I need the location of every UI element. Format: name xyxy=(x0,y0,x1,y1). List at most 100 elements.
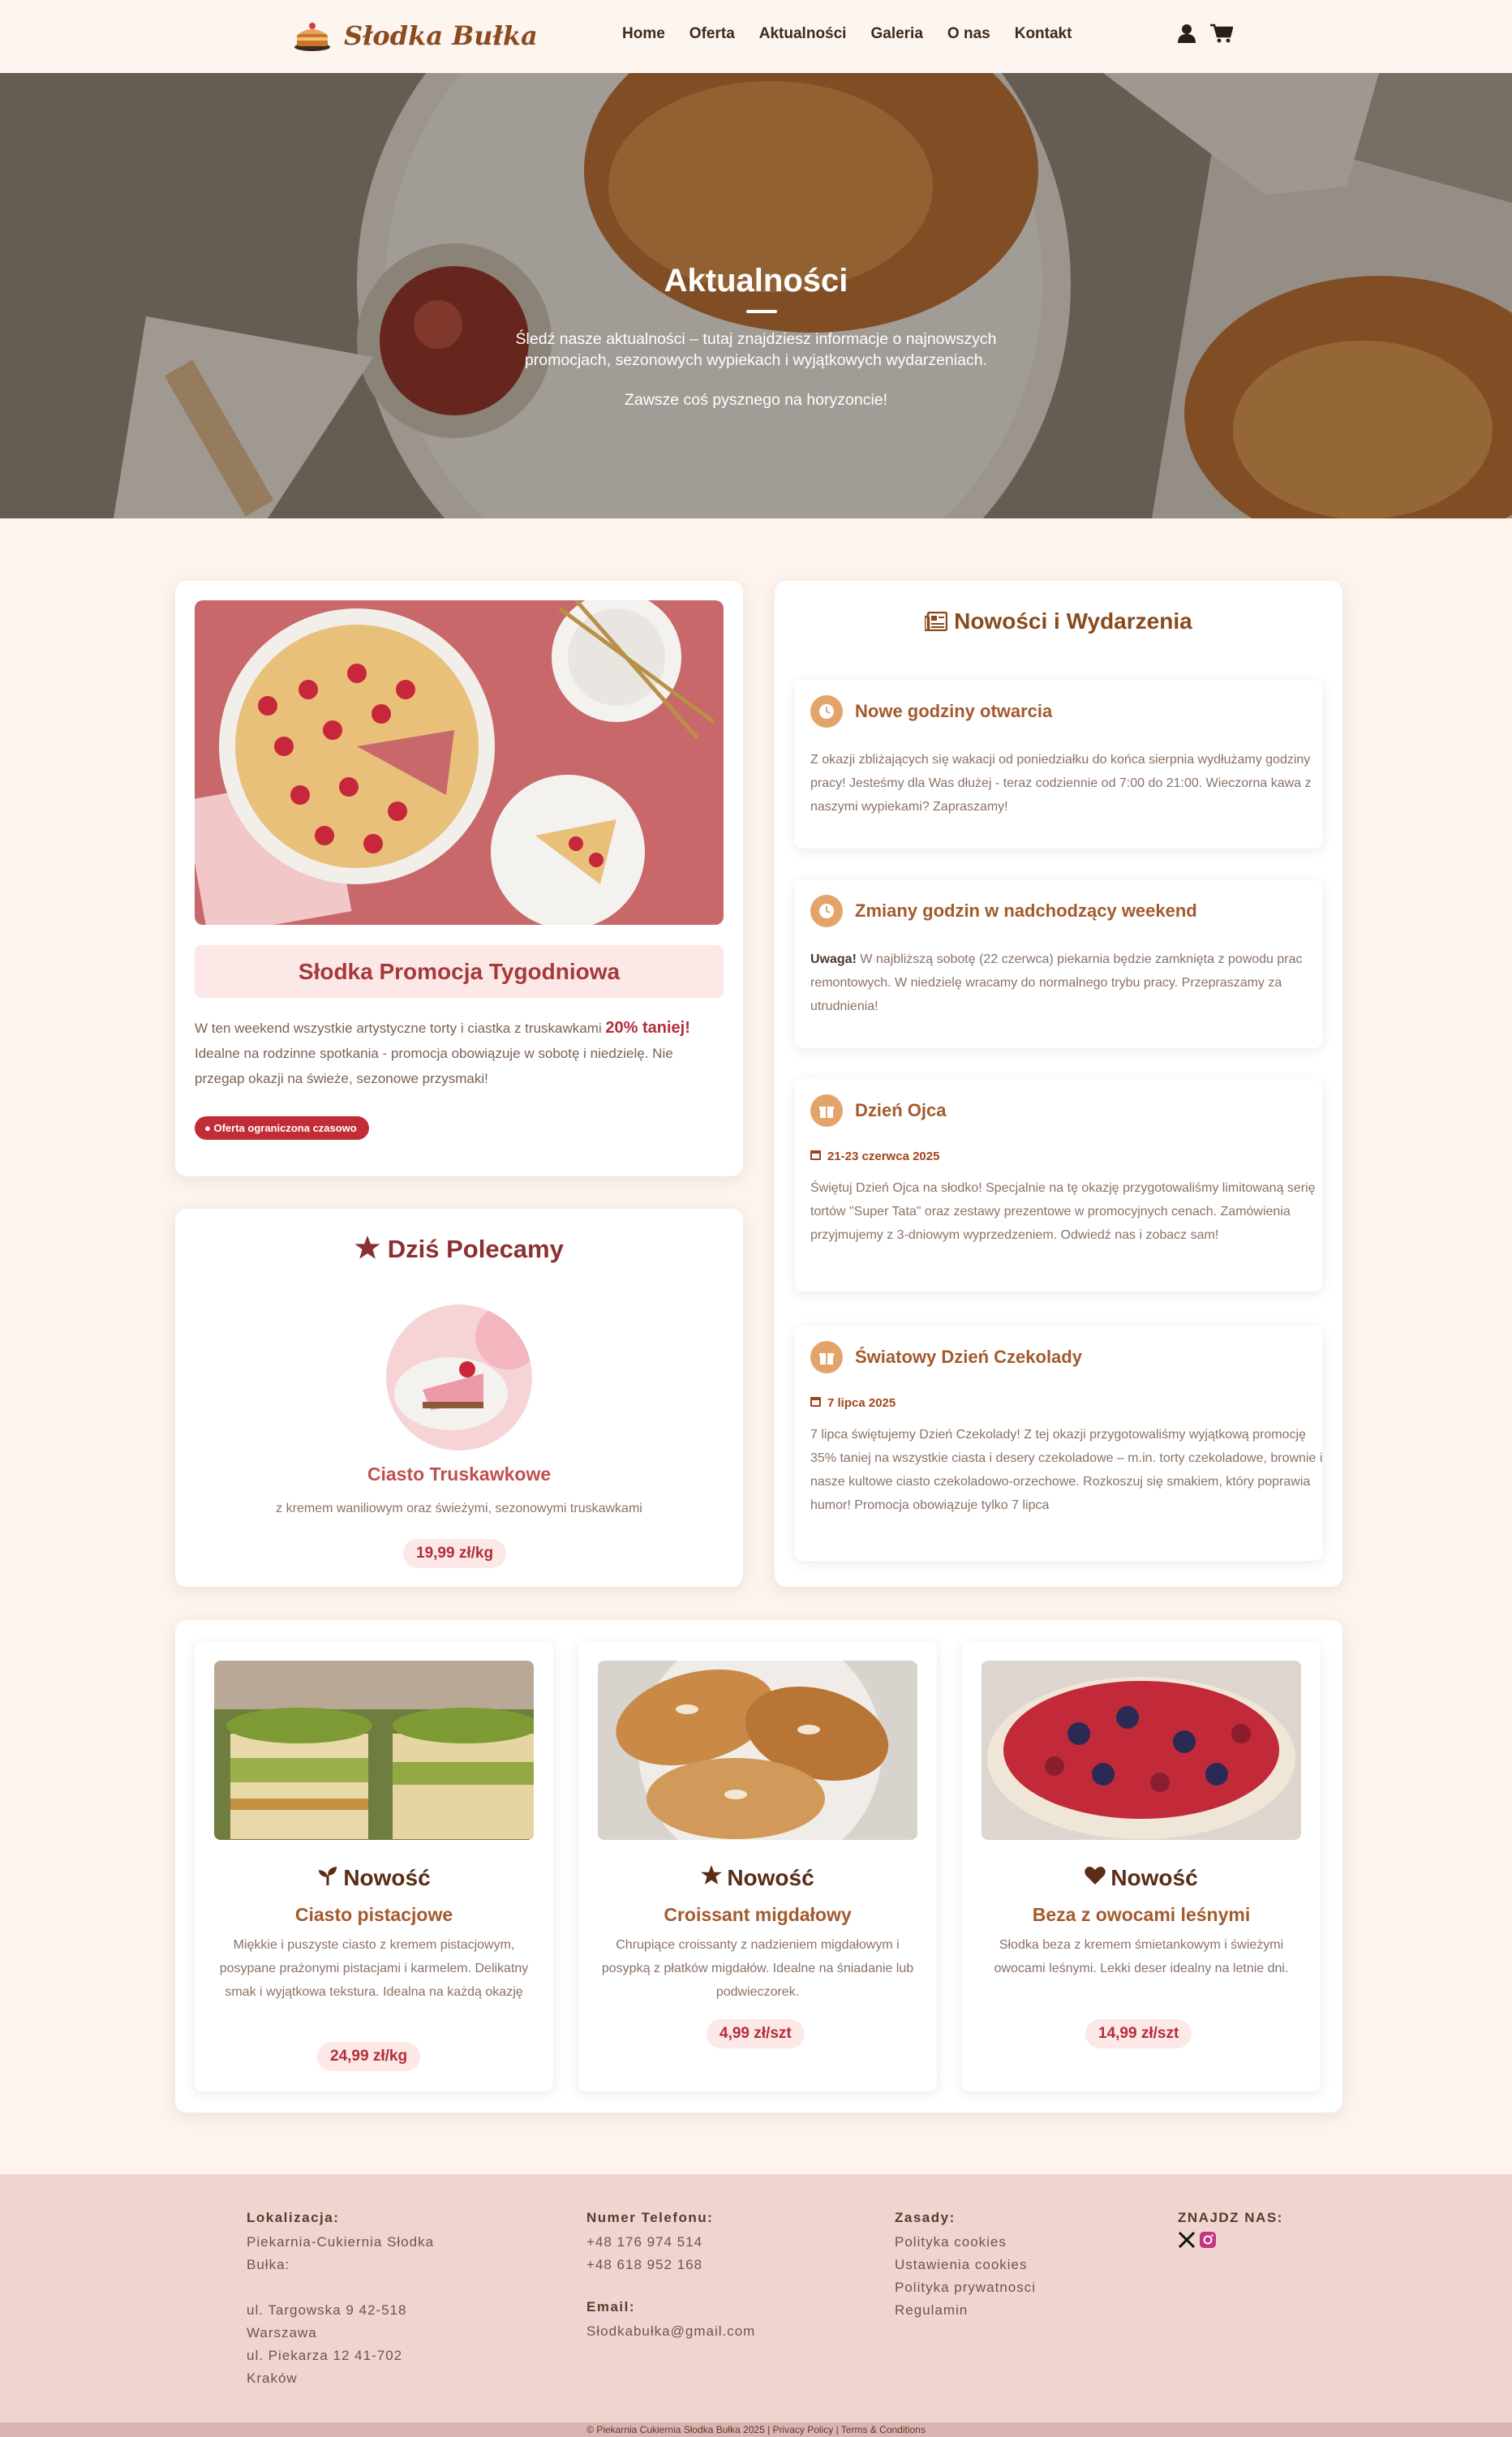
footer-contact: Numer Telefonu: +48 176 974 514 +48 618 … xyxy=(586,2210,755,2343)
event-title: Dzień Ojca xyxy=(855,1100,947,1120)
recommend-title: Dziś Polecamy xyxy=(387,1235,564,1263)
footer-email-link[interactable]: Słodkabułka@gmail.com xyxy=(586,2320,755,2343)
gift-icon xyxy=(810,1094,843,1127)
product-desc: Chrupiące croissanty z nadzieniem migdał… xyxy=(601,1938,914,1999)
footer-phone-number[interactable]: +48 176 974 514 xyxy=(586,2231,755,2254)
nav-item-oferta[interactable]: Oferta xyxy=(689,25,735,43)
footer-address-line: Kraków xyxy=(247,2370,298,2386)
promo-text-before: W ten weekend wszystkie artystyczne tort… xyxy=(195,1021,606,1036)
croissant-image xyxy=(598,1661,917,1840)
limited-offer-label: Oferta ograniczona czasowo xyxy=(213,1122,357,1134)
cart-icon[interactable] xyxy=(1210,24,1234,47)
main-menu: Home Oferta Aktualności Galeria O nas Ko… xyxy=(622,25,1072,43)
hero-divider xyxy=(746,310,777,313)
recommend-product-desc: z kremem waniliowym oraz świeżymi, sezon… xyxy=(276,1502,642,1515)
footer-link-terms[interactable]: Regulamin xyxy=(895,2299,1036,2322)
user-icon[interactable] xyxy=(1178,24,1196,47)
nav-item-o-nas[interactable]: O nas xyxy=(947,25,990,43)
event-date-text: 21-23 czerwca 2025 xyxy=(827,1149,940,1163)
event-text: Świętuj Dzień Ojca na słodko! Specjalnie… xyxy=(810,1181,1316,1242)
x-icon[interactable] xyxy=(1178,2231,1196,2253)
clock-icon xyxy=(810,695,843,728)
promo-discount: 20% taniej! xyxy=(605,1019,690,1037)
meringue-berries-image xyxy=(982,1661,1301,1840)
calendar-icon xyxy=(810,1149,821,1163)
limited-offer-badge: ● Oferta ograniczona czasowo xyxy=(195,1116,369,1140)
product-card-croissant[interactable]: Nowość Croissant migdałowy Chrupiące cro… xyxy=(578,1641,937,2091)
strawberry-cake-image xyxy=(386,1304,532,1451)
event-date: 7 lipca 2025 xyxy=(810,1395,896,1410)
footer-social-title: ZNAJDZ NAS: xyxy=(1178,2210,1283,2225)
product-price: 24,99 zł/kg xyxy=(317,2042,421,2071)
promo-description: W ten weekend wszystkie artystyczne tort… xyxy=(195,1016,724,1091)
hero-tagline: Zawsze coś pysznego na horyzoncie! xyxy=(624,391,888,409)
product-name: Ciasto pistacjowe xyxy=(294,1904,453,1925)
star-icon xyxy=(701,1865,723,1891)
fire-icon: ● xyxy=(204,1122,211,1134)
event-title: Światowy Dzień Czekolady xyxy=(855,1347,1082,1367)
event-text-body: W najbliższą sobotę (22 czerwca) piekarn… xyxy=(810,952,1303,1013)
event-date-text: 7 lipca 2025 xyxy=(827,1395,896,1410)
footer-rules-title: Zasady: xyxy=(895,2210,956,2225)
promo-title: Słodka Promocja Tygodniowa xyxy=(195,945,724,998)
instagram-icon[interactable] xyxy=(1199,2231,1217,2253)
pistachio-cake-image xyxy=(214,1661,534,1840)
product-price: 14,99 zł/szt xyxy=(1085,2019,1192,2048)
cake-logo-icon xyxy=(292,19,333,52)
event-card-fathers-day: Dzień Ojca 21-23 czerwca 2025 Świętuj Dz… xyxy=(795,1079,1322,1292)
footer-link-privacy[interactable]: Polityka prywatnosci xyxy=(895,2276,1036,2299)
footer-address-line: ul. Targowska 9 42-518 xyxy=(247,2302,407,2318)
news-title: Nowości i Wydarzenia xyxy=(954,608,1192,634)
social-icons xyxy=(1178,2231,1283,2253)
product-name: Beza z owocami leśnymi xyxy=(1032,1904,1251,1925)
event-text: Z okazji zbliżających się wakacji od pon… xyxy=(810,753,1312,814)
event-warning: Uwaga! xyxy=(810,952,857,966)
footer-phone-number[interactable]: +48 618 952 168 xyxy=(586,2254,755,2276)
event-card-opening-hours: Nowe godziny otwarcia Z okazji zbliżając… xyxy=(795,680,1322,849)
product-label: Nowość xyxy=(195,1865,553,1891)
promo-cake-image xyxy=(195,600,724,925)
event-text: 7 lipca świętujemy Dzień Czekolady! Z te… xyxy=(810,1428,1323,1512)
gift-icon xyxy=(810,1341,843,1373)
event-text: Uwaga! W najbliższą sobotę (22 czerwca) … xyxy=(810,948,1329,1018)
weekly-promo-card: Słodka Promocja Tygodniowa W ten weekend… xyxy=(175,581,743,1176)
clock-icon xyxy=(810,895,843,927)
product-label: Nowość xyxy=(578,1865,937,1891)
brand-name: Słodka Bułka xyxy=(344,20,538,51)
nav-item-kontakt[interactable]: Kontakt xyxy=(1015,25,1072,43)
footer-link-cookies[interactable]: Polityka cookies xyxy=(895,2231,1036,2254)
footer: Lokalizacja: Piekarnia-Cukiernia Słodka … xyxy=(0,2174,1512,2422)
footer-location-title: Lokalizacja: xyxy=(247,2210,340,2225)
product-label-text: Nowość xyxy=(727,1865,814,1890)
nav-item-galeria[interactable]: Galeria xyxy=(870,25,922,43)
product-name: Croissant migdałowy xyxy=(664,1904,852,1925)
hero-title: Aktualności xyxy=(664,263,848,299)
product-label-text: Nowość xyxy=(343,1865,431,1890)
heart-icon xyxy=(1085,1865,1106,1891)
recommend-product-name: Ciasto Truskawkowe xyxy=(367,1463,552,1485)
star-icon xyxy=(354,1235,388,1263)
nav-item-home[interactable]: Home xyxy=(622,25,665,43)
recommend-heading: Dziś Polecamy xyxy=(175,1235,743,1264)
footer-link-cookie-settings[interactable]: Ustawienia cookies xyxy=(895,2254,1036,2276)
footer-address-line: Warszawa xyxy=(247,2325,317,2340)
product-card-meringue[interactable]: Nowość Beza z owocami leśnymi Słodka bez… xyxy=(962,1641,1321,2091)
newspaper-icon xyxy=(924,608,954,634)
top-navbar: Słodka Bułka Home Oferta Aktualności Gal… xyxy=(0,0,1512,73)
nav-item-aktualnosci[interactable]: Aktualności xyxy=(759,25,847,43)
footer-email-title: Email: xyxy=(586,2299,636,2315)
hero-banner: Aktualności Śledź nasze aktualności – tu… xyxy=(0,73,1512,518)
footer-address-line: Piekarnia-Cukiernia Słodka xyxy=(247,2234,435,2250)
product-desc: Miękkie i puszyste ciasto z kremem pista… xyxy=(219,1938,529,1999)
product-label-text: Nowość xyxy=(1110,1865,1198,1890)
calendar-icon xyxy=(810,1395,821,1410)
product-card-pistachio[interactable]: Nowość Ciasto pistacjowe Miękkie i puszy… xyxy=(195,1641,553,2091)
brand-logo[interactable]: Słodka Bułka xyxy=(292,16,538,55)
event-date: 21-23 czerwca 2025 xyxy=(810,1149,939,1163)
footer-address-line: Bułka: xyxy=(247,2257,290,2272)
product-desc: Słodka beza z kremem śmietankowym i świe… xyxy=(994,1938,1289,1975)
new-products-card: Nowość Ciasto pistacjowe Miękkie i puszy… xyxy=(175,1620,1342,2112)
product-label: Nowość xyxy=(962,1865,1321,1891)
footer-phone-title: Numer Telefonu: xyxy=(586,2210,714,2225)
hero-description: Śledź nasze aktualności – tutaj znajdzie… xyxy=(515,330,997,369)
